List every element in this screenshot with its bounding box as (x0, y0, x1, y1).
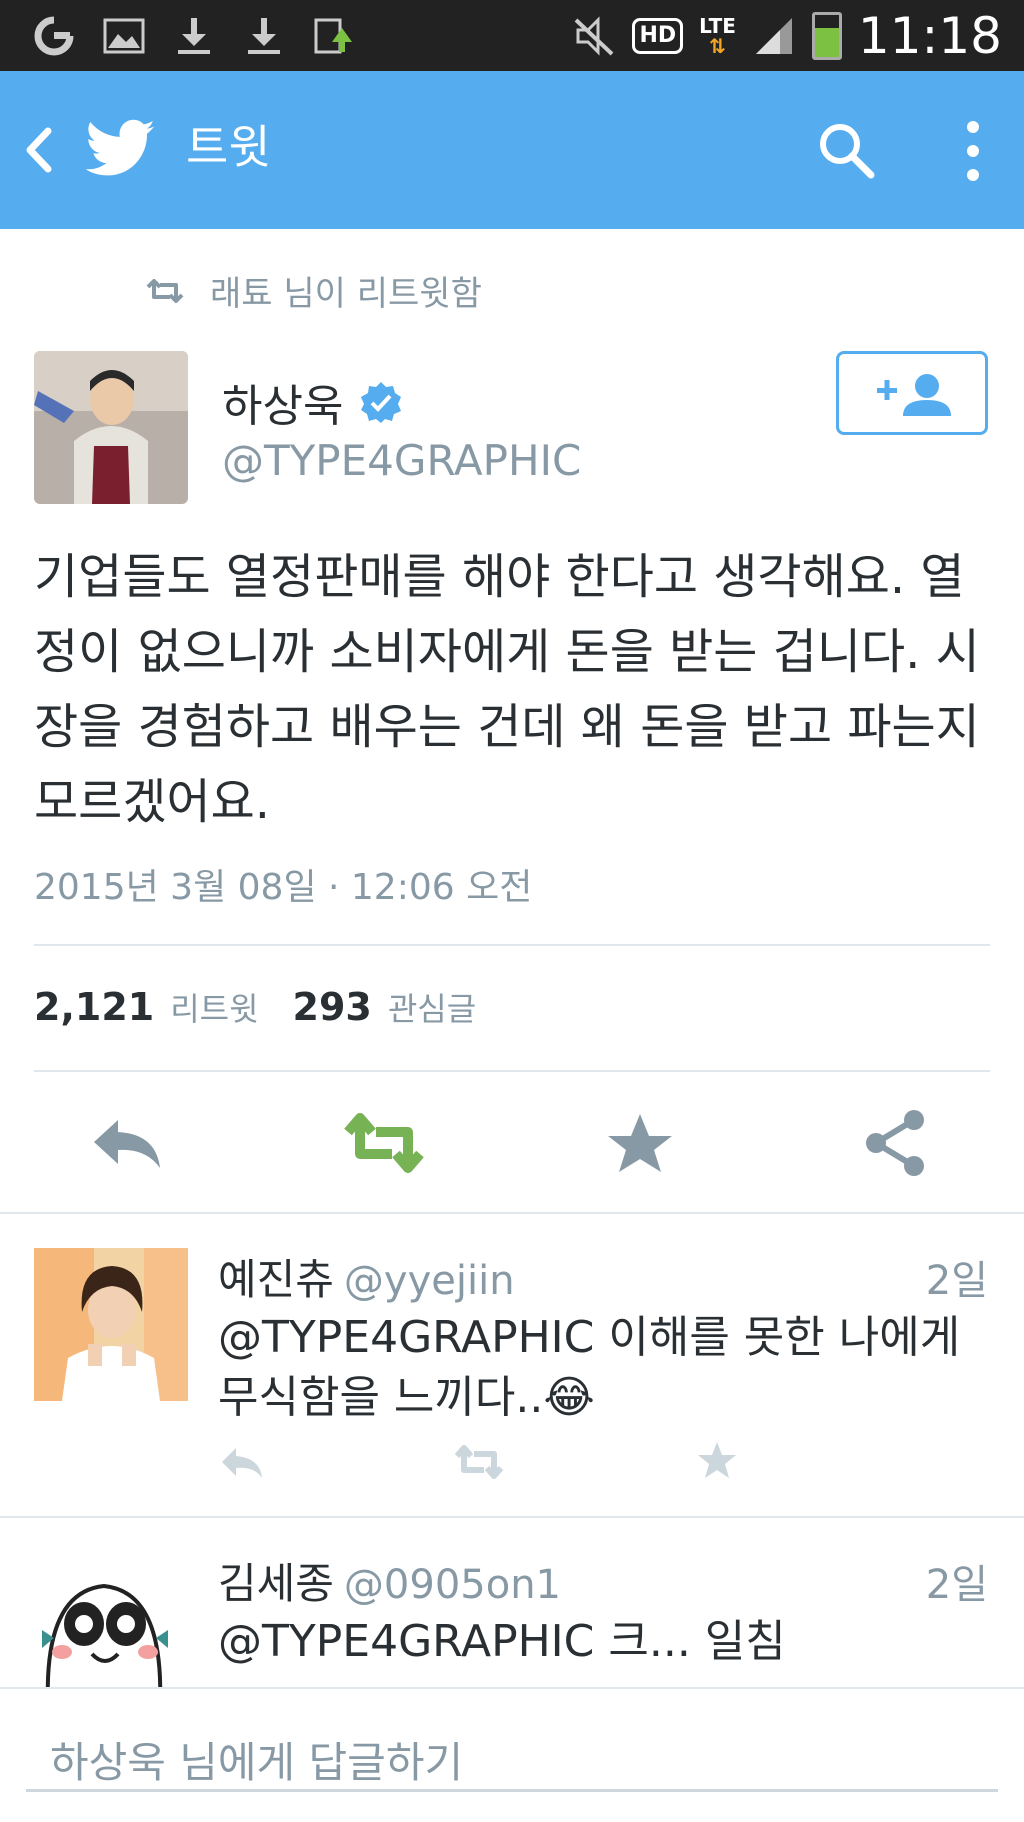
reply-text: @TYPE4GRAPHIC 크... 일침 (218, 1616, 786, 1667)
reply-author-name[interactable]: 예진츄 (218, 1255, 334, 1304)
tweet-actions (0, 1108, 1024, 1178)
author-handle: @TYPE4GRAPHIC (222, 436, 582, 485)
reply-input-placeholder: 하상욱 님에게 답글하기 (50, 1738, 464, 1787)
reply-avatar[interactable] (34, 1248, 188, 1401)
status-bar: HD LTE ⇅ 11:18 (0, 0, 1024, 71)
reply-author-handle: @yyejiin (343, 1258, 515, 1304)
status-left-icons (32, 14, 356, 58)
reply-time: 2일 (925, 1562, 988, 1608)
favorite-count-label: 관심글 (387, 990, 477, 1028)
hd-icon: HD (632, 18, 684, 54)
author-avatar[interactable] (34, 351, 188, 504)
favorite-count[interactable]: 293 (293, 985, 372, 1029)
status-time: 11:18 (857, 7, 1002, 65)
reply-avatar[interactable] (34, 1552, 188, 1687)
tweet-timestamp: 2015년 3월 08일 · 12:06 오전 (34, 867, 533, 908)
verified-badge-icon (361, 382, 402, 423)
retweet-action-icon[interactable] (344, 1108, 424, 1178)
sync-icon (34, 16, 74, 56)
download-icon (178, 18, 210, 54)
reply-icon[interactable] (88, 1108, 168, 1178)
lte-icon: LTE ⇅ (699, 14, 736, 58)
battery-icon (811, 12, 842, 60)
reply-author: 예진츄 @yyejiin (218, 1246, 515, 1307)
reply-icon[interactable] (218, 1442, 268, 1482)
follow-button[interactable] (836, 351, 988, 435)
more-icon[interactable] (958, 119, 988, 183)
search-icon[interactable] (815, 119, 877, 181)
share-icon[interactable] (856, 1108, 936, 1178)
favorite-star-icon[interactable] (692, 1440, 742, 1480)
image-icon (103, 18, 145, 54)
author-name[interactable]: 하상욱 (222, 370, 403, 434)
twitter-bird-icon (86, 119, 155, 176)
mute-icon (575, 16, 614, 56)
retweet-context-text: 래툐 님이 리트윗함 (210, 274, 482, 314)
divider (34, 944, 990, 946)
app-bar: 트윗 (0, 71, 1024, 229)
favorite-star-icon[interactable] (600, 1108, 680, 1178)
page-title: 트윗 (186, 120, 271, 174)
reply-author-handle: @0905on1 (343, 1562, 561, 1608)
status-right-icons: HD LTE ⇅ 11:18 (572, 8, 1002, 64)
reply-item[interactable]: 김세종 @0905on1 2일 @TYPE4GRAPHIC 크... 일침 (0, 1516, 1024, 1687)
download-icon (248, 18, 280, 54)
reply-input[interactable]: 하상욱 님에게 답글하기 (26, 1719, 998, 1792)
retweet-count-label: 리트윗 (170, 990, 259, 1028)
reply-item[interactable]: 예진츄 @yyejiin 2일 @TYPE4GRAPHIC 이해를 못한 나에게 … (0, 1212, 1024, 1516)
retweet-action-icon[interactable] (454, 1442, 504, 1482)
reply-author-name[interactable]: 김세종 (218, 1559, 334, 1608)
tweet-stats: 2,121 리트윗 293 관심글 (34, 984, 510, 1030)
back-icon[interactable] (18, 123, 58, 177)
divider (34, 1070, 990, 1072)
retweet-count[interactable]: 2,121 (34, 985, 154, 1029)
reply-text: @TYPE4GRAPHIC 이해를 못한 나에게 무식함을 느끼다..😂 (218, 1312, 961, 1423)
retweet-context: 래툐 님이 리트윗함 (144, 266, 482, 315)
reply-time: 2일 (925, 1258, 988, 1304)
retweet-icon (146, 278, 184, 303)
signal-icon (755, 18, 792, 54)
reply-author: 김세종 @0905on1 (218, 1550, 561, 1611)
upload-icon (314, 18, 352, 54)
author-name-text: 하상욱 (222, 381, 344, 432)
add-user-icon (877, 374, 951, 416)
tweet-text: 기업들도 열정판매를 해야 한다고 생각해요. 열정이 없으니까 소비자에게 돈… (34, 549, 980, 830)
reply-compose-bar: 하상욱 님에게 답글하기 (0, 1687, 1024, 1822)
